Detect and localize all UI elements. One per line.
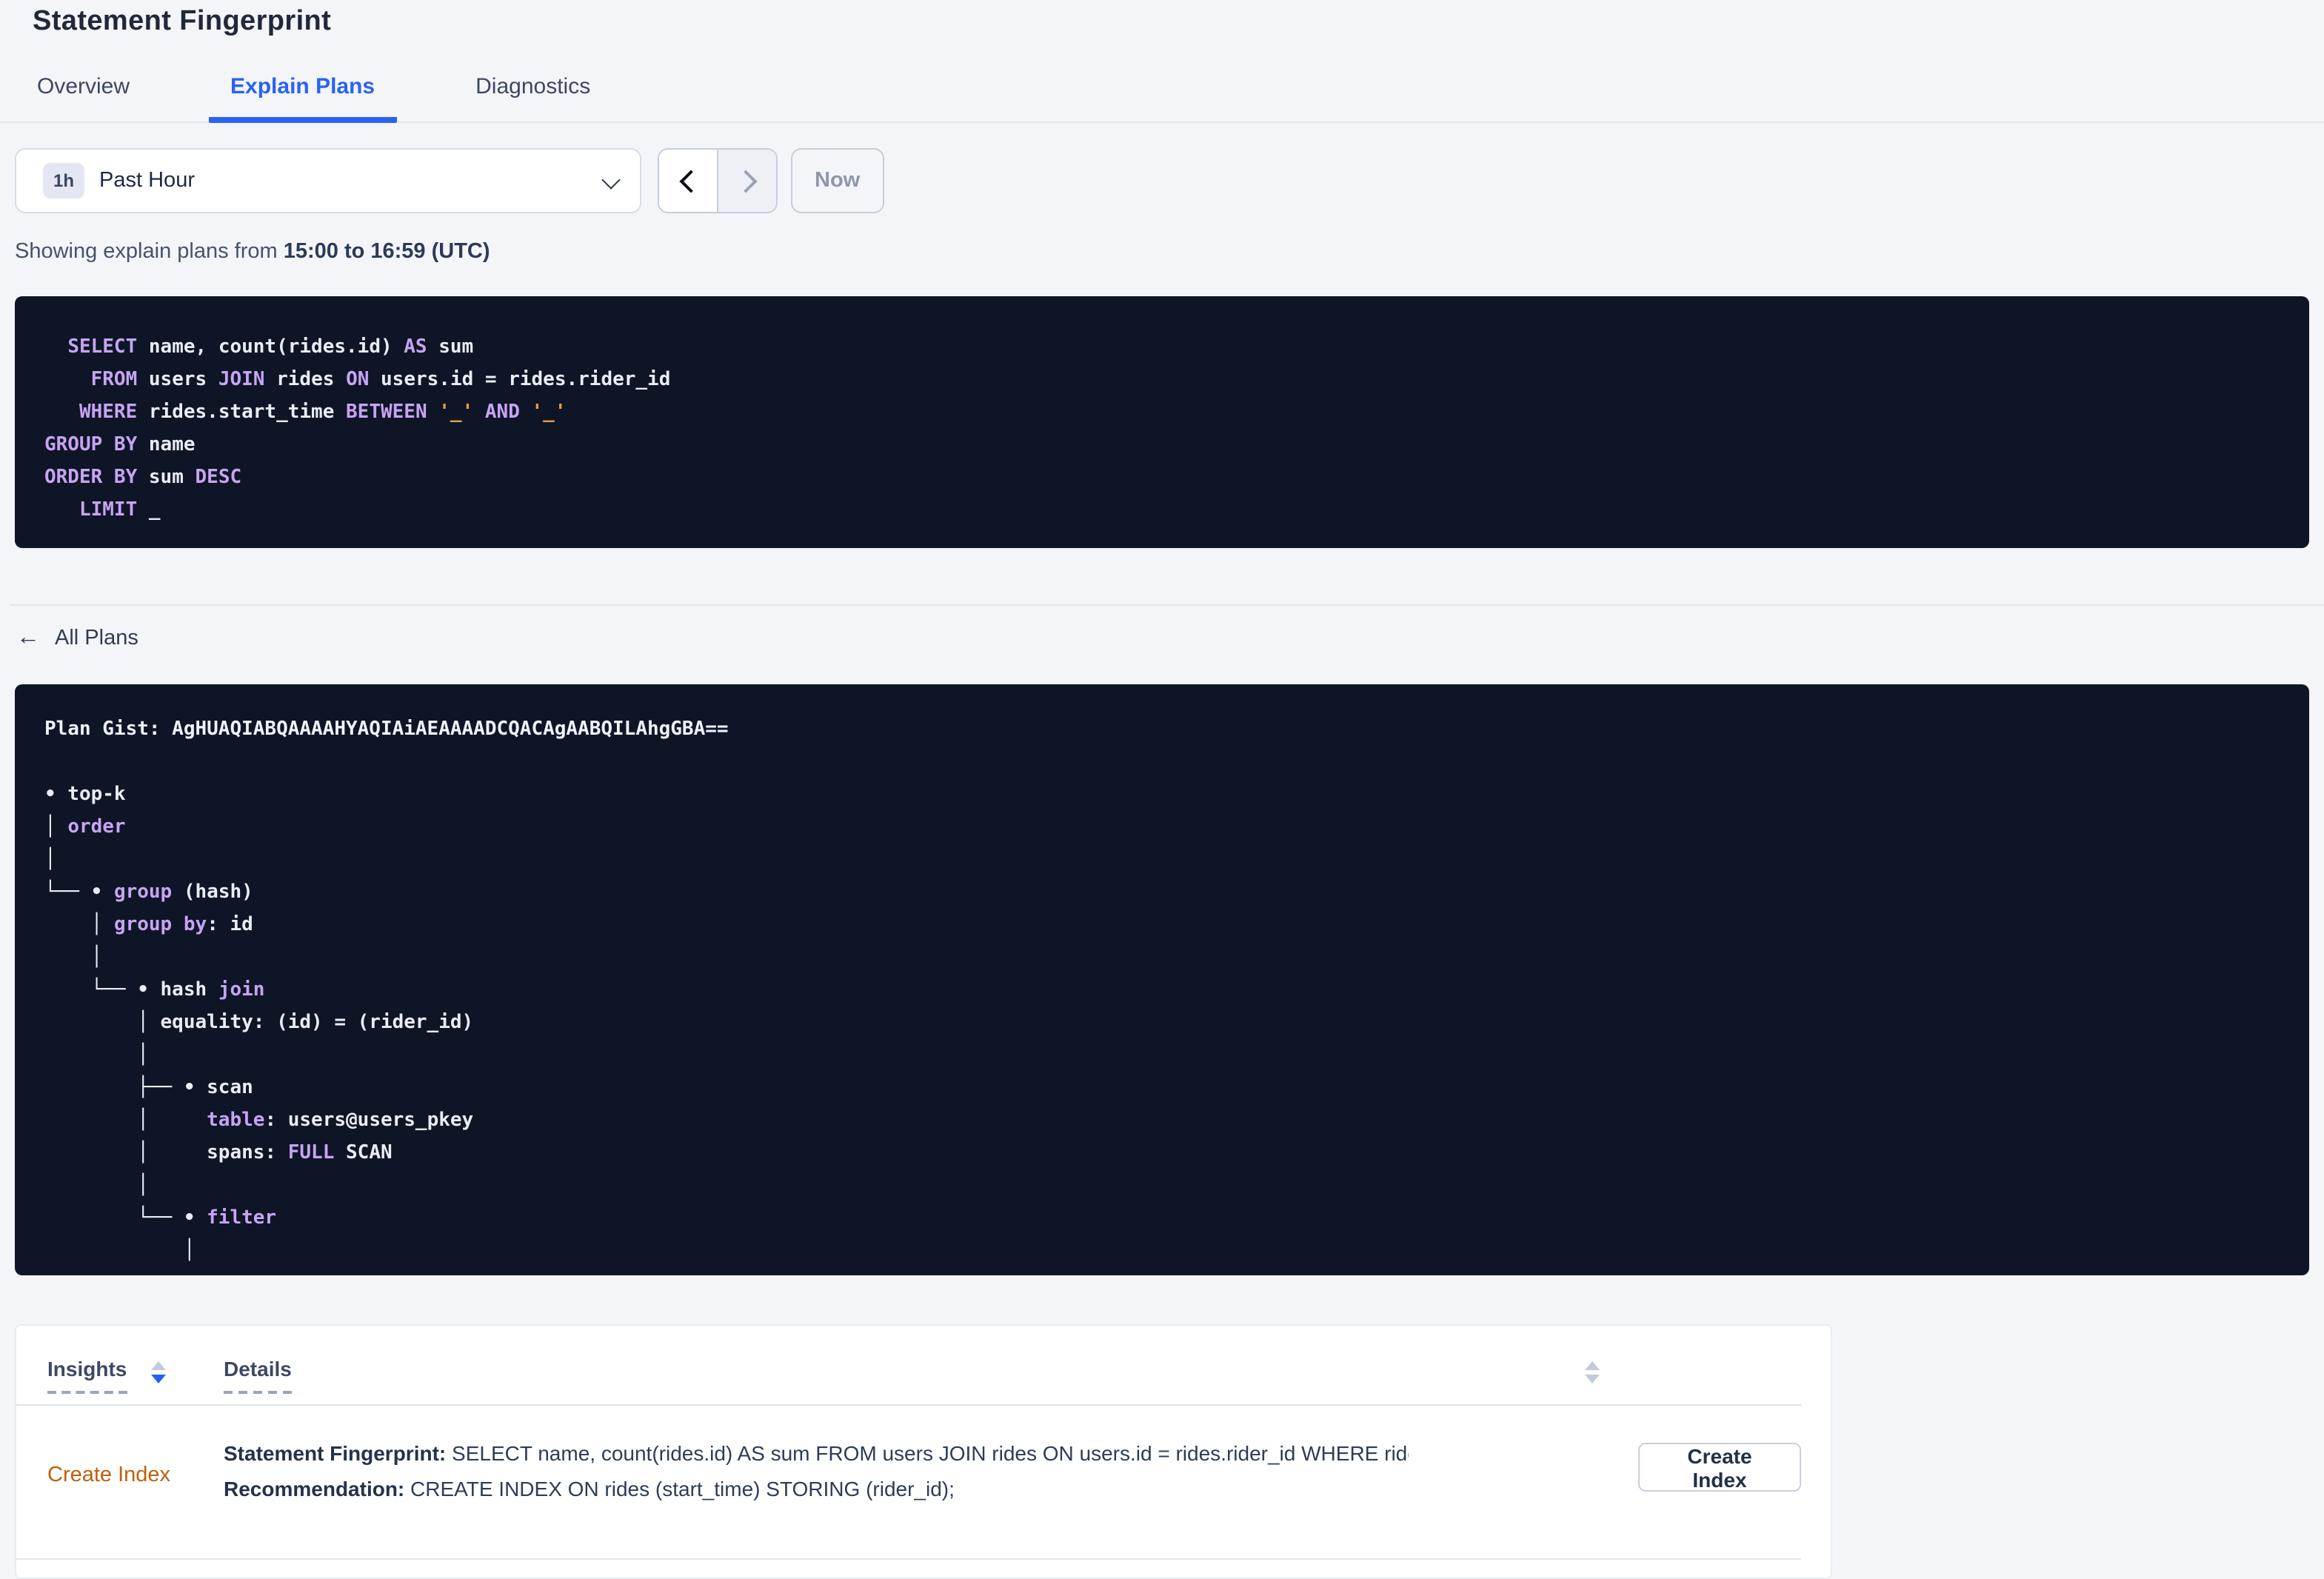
plan-gist-block: Plan Gist: AgHUAQIABQAAAAHYAQIAiAEAAAADC… (15, 684, 2309, 1275)
recommendation-label: Recommendation: (224, 1477, 405, 1500)
time-range-label: Past Hour (99, 169, 195, 193)
statement-fingerprint-value: SELECT name, count(rides.id) AS sum FROM… (452, 1441, 1409, 1465)
insights-table: Insights Details Create Index Statement … (15, 1324, 1832, 1579)
showing-prefix: Showing explain plans from (15, 240, 284, 264)
statement-fingerprint-line: Statement Fingerprint: SELECT name, coun… (224, 1441, 1409, 1465)
recommendation-value: CREATE INDEX ON rides (start_time) STORI… (404, 1477, 955, 1500)
all-plans-link[interactable]: ← All Plans (16, 625, 138, 652)
insight-details: Statement Fingerprint: SELECT name, coun… (224, 1441, 1409, 1512)
table-row: Create Index Statement Fingerprint: SELE… (16, 1404, 1801, 1560)
caret-up-icon (151, 1361, 166, 1370)
showing-range-bold: 15:00 to 16:59 (UTC) (283, 240, 490, 264)
tab-overview[interactable]: Overview (15, 68, 152, 123)
statement-fingerprint-label: Statement Fingerprint: (224, 1441, 447, 1465)
time-range-badge: 1h (43, 163, 85, 198)
caret-up-icon (1585, 1361, 1600, 1370)
page-title: Statement Fingerprint (33, 6, 332, 37)
statement-fingerprint-page: Statement Fingerprint Overview Explain P… (0, 0, 2324, 1579)
arrow-left-icon: ← (16, 625, 40, 650)
tab-diagnostics[interactable]: Diagnostics (453, 68, 612, 123)
all-plans-label: All Plans (55, 627, 138, 650)
sort-icon-details[interactable] (1585, 1361, 1600, 1383)
prev-time-button[interactable] (659, 150, 717, 212)
column-header-insights[interactable]: Insights (47, 1357, 127, 1394)
section-divider (10, 604, 2324, 606)
chevron-left-icon (678, 169, 702, 193)
next-time-button[interactable] (717, 150, 776, 212)
column-header-details[interactable]: Details (224, 1357, 292, 1394)
time-controls: 1h Past Hour Now (15, 148, 2309, 213)
now-button[interactable]: Now (791, 148, 884, 213)
sql-statement-block: SELECT name, count(rides.id) AS sum FROM… (15, 296, 2309, 548)
caret-down-icon (1585, 1375, 1600, 1383)
tab-explain-plans[interactable]: Explain Plans (208, 68, 398, 123)
create-index-button[interactable]: Create Index (1638, 1443, 1801, 1492)
recommendation-line: Recommendation: CREATE INDEX ON rides (s… (224, 1477, 1409, 1500)
chevron-right-icon (733, 169, 757, 193)
tab-bar: Overview Explain Plans Diagnostics (0, 68, 2324, 123)
caret-down-icon (151, 1375, 166, 1383)
showing-range-text: Showing explain plans from 15:00 to 16:5… (15, 240, 2309, 264)
time-pager (658, 148, 778, 213)
chevron-down-icon (601, 170, 621, 190)
time-range-select[interactable]: 1h Past Hour (15, 148, 641, 213)
insight-type-link[interactable]: Create Index (47, 1463, 170, 1487)
sort-icon-insights[interactable] (151, 1361, 166, 1383)
